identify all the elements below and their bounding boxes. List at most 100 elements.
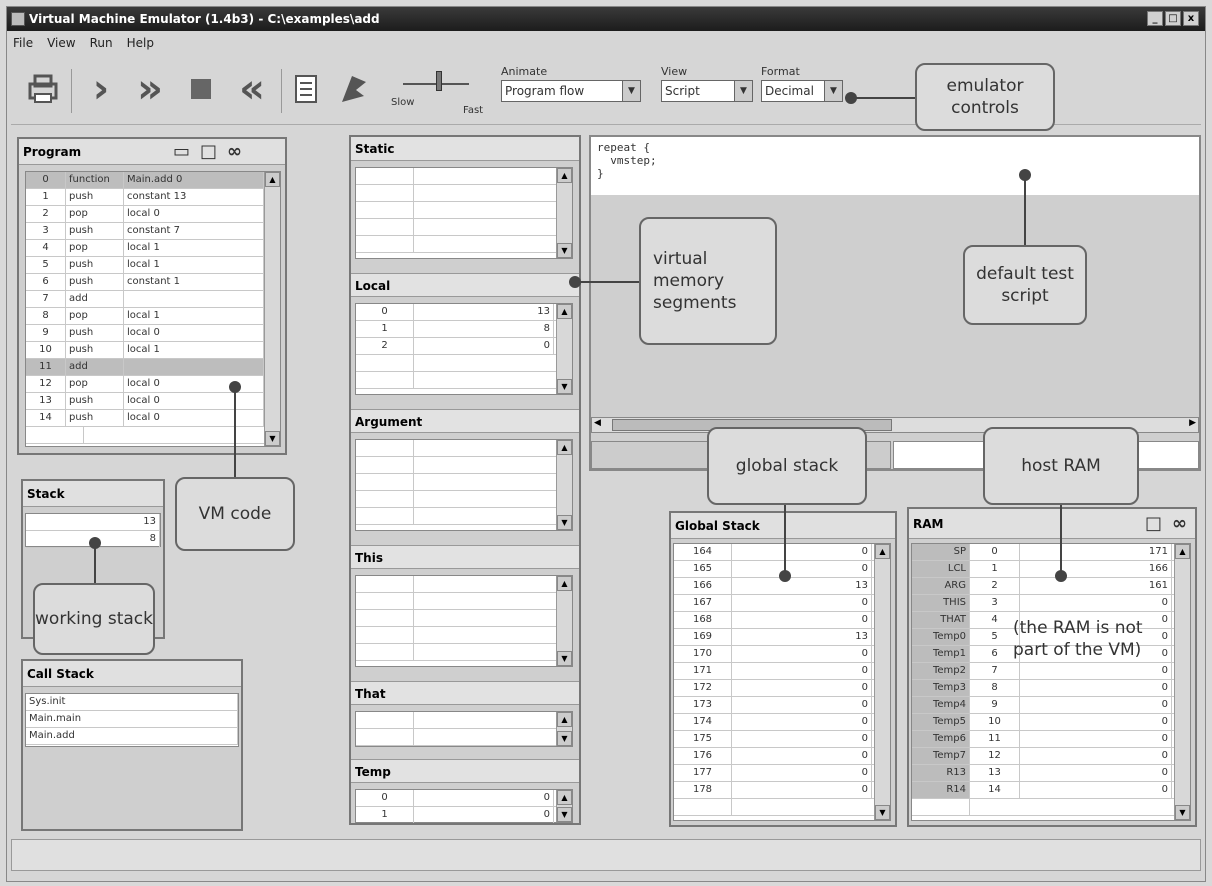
speed-slider[interactable]: Slow Fast xyxy=(389,67,485,116)
load-program-button[interactable] xyxy=(21,65,65,113)
script-editor[interactable]: repeat { vmstep; } xyxy=(591,137,1199,195)
reset-button[interactable]: « xyxy=(227,65,277,113)
file-icon[interactable]: □ xyxy=(1145,509,1162,539)
scroll-down-icon[interactable]: ▼ xyxy=(1175,805,1190,820)
global-stack-scrollbar[interactable]: ▲ ▼ xyxy=(874,544,890,820)
temp-scrollbar[interactable]: ▲ ▼ xyxy=(556,790,572,822)
ram-scrollbar[interactable]: ▲ ▼ xyxy=(1174,544,1190,820)
memory-row[interactable]: 167 0 xyxy=(674,595,890,612)
scroll-down-icon[interactable]: ▼ xyxy=(557,515,572,530)
slider-thumb[interactable] xyxy=(436,71,443,91)
program-scrollbar[interactable]: ▲ ▼ xyxy=(264,172,280,446)
memory-row[interactable]: 176 0 xyxy=(674,748,890,765)
close-button[interactable]: x xyxy=(1183,11,1199,26)
scroll-right-icon[interactable]: ▶ xyxy=(1189,418,1196,428)
ram-row[interactable]: SP 0 171 xyxy=(912,544,1190,561)
program-row[interactable]: 6 push constant 1 xyxy=(26,274,280,291)
program-row[interactable]: 1 push constant 13 xyxy=(26,189,280,206)
memory-row[interactable]: 171 0 xyxy=(674,663,890,680)
format-select[interactable]: Decimal ▼ xyxy=(761,80,843,102)
scroll-down-icon[interactable]: ▼ xyxy=(265,431,280,446)
binoculars-icon[interactable]: ∞ xyxy=(227,139,242,165)
maximize-button[interactable]: □ xyxy=(1165,11,1181,26)
program-row[interactable]: 11 add xyxy=(26,359,280,376)
program-row[interactable]: 8 pop local 1 xyxy=(26,308,280,325)
scroll-up-icon[interactable]: ▲ xyxy=(557,576,572,591)
menu-file[interactable]: File xyxy=(13,33,33,53)
view-select[interactable]: Script ▼ xyxy=(661,80,753,102)
memory-row[interactable]: 173 0 xyxy=(674,697,890,714)
ram-row[interactable]: Temp5 10 0 xyxy=(912,714,1190,731)
static-scrollbar[interactable]: ▲ ▼ xyxy=(556,168,572,258)
memory-row[interactable]: 10 xyxy=(356,807,572,823)
scroll-left-icon[interactable]: ◀ xyxy=(594,418,601,428)
ram-row[interactable]: Temp4 9 0 xyxy=(912,697,1190,714)
ram-row[interactable]: THIS 3 0 xyxy=(912,595,1190,612)
scroll-up-icon[interactable]: ▲ xyxy=(875,544,890,559)
stop-button[interactable] xyxy=(181,65,221,113)
program-row[interactable]: 4 pop local 1 xyxy=(26,240,280,257)
binoculars-icon[interactable]: ∞ xyxy=(1172,509,1187,539)
scroll-up-icon[interactable]: ▲ xyxy=(557,304,572,319)
memory-row[interactable]: 178 0 xyxy=(674,782,890,799)
ram-row[interactable]: ARG 2 161 xyxy=(912,578,1190,595)
scroll-up-icon[interactable]: ▲ xyxy=(1175,544,1190,559)
ram-row[interactable]: R13 13 0 xyxy=(912,765,1190,782)
program-row[interactable]: 0 function Main.add 0 xyxy=(26,172,280,189)
ram-row[interactable]: Temp2 7 0 xyxy=(912,663,1190,680)
scroll-down-icon[interactable]: ▼ xyxy=(875,805,890,820)
program-row[interactable]: 10 push local 1 xyxy=(26,342,280,359)
ram-row[interactable]: LCL 1 166 xyxy=(912,561,1190,578)
memory-row[interactable]: 18 xyxy=(356,321,572,338)
scroll-down-icon[interactable]: ▼ xyxy=(557,731,572,746)
memory-row[interactable]: 168 0 xyxy=(674,612,890,629)
program-row[interactable]: 14 push local 0 xyxy=(26,410,280,427)
breakpoints-button[interactable] xyxy=(331,65,375,113)
memory-row[interactable]: 164 0 xyxy=(674,544,890,561)
ram-row[interactable]: Temp7 12 0 xyxy=(912,748,1190,765)
program-row[interactable]: 7 add xyxy=(26,291,280,308)
this-scrollbar[interactable]: ▲ ▼ xyxy=(556,576,572,666)
memory-row[interactable]: 00 xyxy=(356,790,572,807)
program-row[interactable]: 12 pop local 0 xyxy=(26,376,280,393)
menu-help[interactable]: Help xyxy=(127,33,154,53)
ram-row[interactable]: Temp3 8 0 xyxy=(912,680,1190,697)
scroll-down-icon[interactable]: ▼ xyxy=(557,807,572,822)
program-row[interactable]: 13 push local 0 xyxy=(26,393,280,410)
run-button[interactable]: » xyxy=(125,65,175,113)
scroll-up-icon[interactable]: ▲ xyxy=(557,712,572,727)
memory-row[interactable]: 174 0 xyxy=(674,714,890,731)
scroll-down-icon[interactable]: ▼ xyxy=(557,243,572,258)
step-button[interactable]: › xyxy=(81,65,121,113)
memory-row[interactable]: 0 13 xyxy=(356,304,572,321)
memory-row[interactable]: 177 0 xyxy=(674,765,890,782)
program-row[interactable]: 2 pop local 0 xyxy=(26,206,280,223)
folder-icon[interactable]: ▭ xyxy=(173,139,190,165)
script-button[interactable] xyxy=(287,65,327,113)
scroll-up-icon[interactable]: ▲ xyxy=(557,440,572,455)
scroll-up-icon[interactable]: ▲ xyxy=(557,168,572,183)
argument-scrollbar[interactable]: ▲ ▼ xyxy=(556,440,572,530)
ram-row[interactable]: R14 14 0 xyxy=(912,782,1190,799)
scroll-down-icon[interactable]: ▼ xyxy=(557,379,572,394)
scroll-down-icon[interactable]: ▼ xyxy=(557,651,572,666)
scroll-up-icon[interactable]: ▲ xyxy=(265,172,280,187)
program-row[interactable]: 3 push constant 7 xyxy=(26,223,280,240)
that-scrollbar[interactable]: ▲ ▼ xyxy=(556,712,572,746)
local-scrollbar[interactable]: ▲ ▼ xyxy=(556,304,572,394)
file-icon[interactable]: □ xyxy=(200,139,217,165)
minimize-button[interactable]: _ xyxy=(1147,11,1163,26)
memory-row[interactable]: 172 0 xyxy=(674,680,890,697)
memory-row[interactable]: 169 13 xyxy=(674,629,890,646)
value-cell: 0 xyxy=(732,731,872,747)
program-row[interactable]: 9 push local 0 xyxy=(26,325,280,342)
program-row[interactable]: 5 push local 1 xyxy=(26,257,280,274)
menu-view[interactable]: View xyxy=(47,33,75,53)
scroll-up-icon[interactable]: ▲ xyxy=(557,790,572,805)
ram-row[interactable]: Temp6 11 0 xyxy=(912,731,1190,748)
menu-run[interactable]: Run xyxy=(90,33,113,53)
memory-row[interactable]: 175 0 xyxy=(674,731,890,748)
memory-row[interactable]: 20 xyxy=(356,338,572,355)
animate-select[interactable]: Program flow ▼ xyxy=(501,80,641,102)
memory-row[interactable]: 170 0 xyxy=(674,646,890,663)
